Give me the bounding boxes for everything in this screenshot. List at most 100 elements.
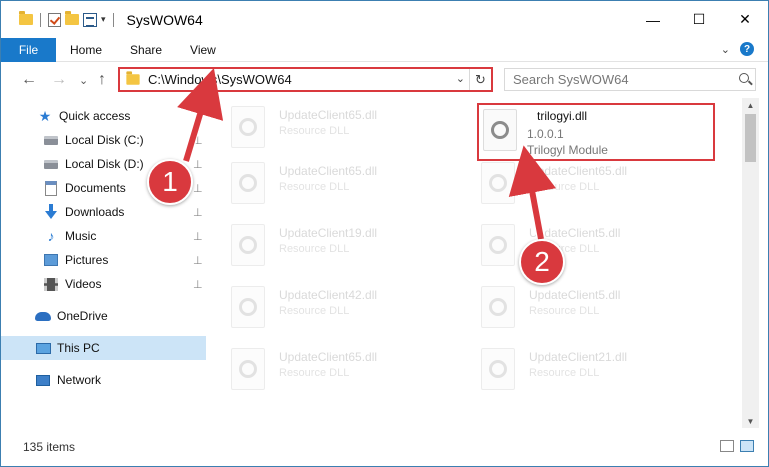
file-description: Resource DLL (279, 125, 350, 137)
file-item[interactable]: UpdateClient65.dll Resource DLL (221, 342, 451, 396)
star-icon: ★ (38, 107, 52, 124)
dll-file-icon (231, 348, 265, 390)
minimize-button[interactable]: — (630, 1, 676, 38)
sidebar-item-label: Network (57, 373, 102, 387)
file-item[interactable]: UpdateClient5.dll Resource DLL (471, 218, 701, 272)
sidebar-item-network[interactable]: Network (1, 368, 206, 392)
file-description: Resource DLL (529, 181, 600, 193)
toolbar-separator (112, 12, 114, 27)
pin-icon[interactable]: ⊥ (193, 230, 203, 243)
file-item[interactable]: UpdateClient19.dll Resource DLL (221, 218, 451, 272)
properties-check-icon[interactable] (48, 12, 61, 27)
scroll-down-arrow-icon[interactable]: ▼ (742, 414, 759, 428)
address-dropdown-chevron-icon[interactable]: ⌄ (456, 72, 465, 85)
videos-icon (43, 276, 59, 292)
navigation-pane: ★ Quick access Local Disk (C:) ⊥ Local D… (1, 98, 206, 428)
onedrive-icon (35, 308, 51, 324)
file-item-highlighted[interactable]: trilogyi.dll 1.0.0.1 Trilogyl Module (477, 103, 715, 161)
maximize-button[interactable]: ☐ (676, 1, 722, 38)
file-name: UpdateClient65.dll (279, 350, 378, 364)
pin-icon[interactable]: ⊥ (193, 278, 203, 291)
pin-icon[interactable]: ⊥ (193, 206, 203, 219)
title-bar: ▾ SysWOW64 — ☐ ✕ (1, 1, 768, 38)
sidebar-item-label: Videos (65, 277, 102, 291)
pin-icon[interactable]: ⊥ (193, 158, 203, 171)
search-input[interactable]: Search SysWOW64 (513, 72, 629, 87)
dll-file-icon (481, 162, 515, 204)
folder-icon (126, 71, 140, 85)
drive-icon (43, 156, 59, 172)
file-description: Resource DLL (529, 367, 600, 379)
sidebar-item-quick-access[interactable]: ★ Quick access (1, 104, 206, 128)
file-item[interactable]: UpdateClient42.dll Resource DLL (221, 280, 451, 334)
large-icons-view-icon[interactable] (740, 440, 754, 452)
file-name: UpdateClient65.dll (279, 108, 378, 122)
dll-file-icon (231, 162, 265, 204)
step-1-badge: 1 (147, 159, 193, 205)
file-name: UpdateClient42.dll (279, 288, 378, 302)
sidebar-item-label: Local Disk (D:) (65, 157, 144, 171)
file-item[interactable]: UpdateClient65.dll Resource DLL (221, 156, 451, 210)
back-arrow-icon[interactable]: ← (21, 71, 37, 89)
dll-file-icon (481, 224, 515, 266)
pin-icon[interactable]: ⊥ (193, 254, 203, 267)
new-folder-icon[interactable] (65, 11, 79, 25)
sidebar-item-this-pc[interactable]: This PC (1, 336, 206, 360)
file-item[interactable]: UpdateClient65.dll Resource DLL (221, 100, 451, 154)
view-toggle (720, 440, 754, 452)
file-description: Resource DLL (279, 305, 350, 317)
address-path[interactable]: C:\Windows\SysWOW64 (148, 72, 292, 87)
sidebar-item-videos[interactable]: Videos ⊥ (1, 272, 206, 296)
tab-file[interactable]: File (1, 37, 56, 62)
vertical-scrollbar[interactable]: ▲ ▼ (742, 98, 759, 428)
sidebar-item-music[interactable]: ♪ Music ⊥ (1, 224, 206, 248)
search-box[interactable]: Search SysWOW64 (504, 68, 756, 91)
file-item[interactable]: UpdateClient21.dll Resource DLL (471, 342, 701, 396)
sidebar-item-local-disk-c[interactable]: Local Disk (C:) ⊥ (1, 128, 206, 152)
file-name: UpdateClient5.dll (529, 226, 621, 240)
dll-file-icon (231, 224, 265, 266)
sidebar-item-onedrive[interactable]: OneDrive (1, 304, 206, 328)
file-name: UpdateClient5.dll (529, 288, 621, 302)
tab-view[interactable]: View (176, 43, 230, 57)
expand-ribbon-chevron-icon[interactable]: ⌄ (721, 43, 730, 56)
close-button[interactable]: ✕ (722, 1, 768, 38)
forward-arrow-icon[interactable]: → (51, 71, 67, 89)
file-list: UpdateClient65.dll Resource DLL trilogyi… (221, 98, 741, 428)
customize-toolbar-dropdown[interactable]: ▾ (101, 14, 106, 25)
sidebar-item-label: Local Disk (C:) (65, 133, 144, 147)
pin-icon[interactable]: ⊥ (193, 182, 203, 195)
details-view-icon[interactable] (720, 440, 734, 452)
tab-share[interactable]: Share (116, 43, 176, 57)
help-icon[interactable]: ? (740, 42, 754, 56)
file-item[interactable]: UpdateClient5.dll Resource DLL (471, 280, 701, 334)
file-description: Resource DLL (279, 367, 350, 379)
refresh-icon[interactable]: ↻ (469, 69, 491, 90)
tab-home[interactable]: Home (56, 43, 116, 57)
dll-file-icon (231, 286, 265, 328)
up-arrow-icon[interactable]: ↑ (98, 71, 106, 89)
item-count: 135 items (23, 440, 76, 454)
sidebar-item-pictures[interactable]: Pictures ⊥ (1, 248, 206, 272)
sidebar-item-label: Music (65, 229, 97, 243)
sidebar-item-label: Documents (65, 181, 126, 195)
scrollbar-thumb[interactable] (745, 114, 756, 162)
network-icon (35, 372, 51, 388)
music-icon: ♪ (47, 228, 55, 244)
file-description: Resource DLL (279, 243, 350, 255)
status-bar: 135 items (1, 428, 768, 466)
quick-access-toolbar: ▾ (19, 11, 117, 27)
file-name: UpdateClient19.dll (279, 226, 378, 240)
dll-file-icon (231, 106, 265, 148)
dll-file-icon (481, 348, 515, 390)
pin-icon[interactable]: ⊥ (193, 134, 203, 147)
drive-icon (43, 132, 59, 148)
recent-locations-dropdown[interactable]: ⌄ (79, 74, 88, 87)
scroll-up-arrow-icon[interactable]: ▲ (742, 98, 759, 112)
file-item[interactable]: UpdateClient65.dll Resource DLL (471, 156, 701, 210)
folder-icon (19, 11, 33, 25)
sidebar-item-label: OneDrive (57, 309, 108, 323)
documents-icon (43, 180, 59, 196)
address-bar[interactable]: C:\Windows\SysWOW64 ⌄ ↻ (118, 67, 493, 92)
properties-icon[interactable] (83, 12, 97, 27)
